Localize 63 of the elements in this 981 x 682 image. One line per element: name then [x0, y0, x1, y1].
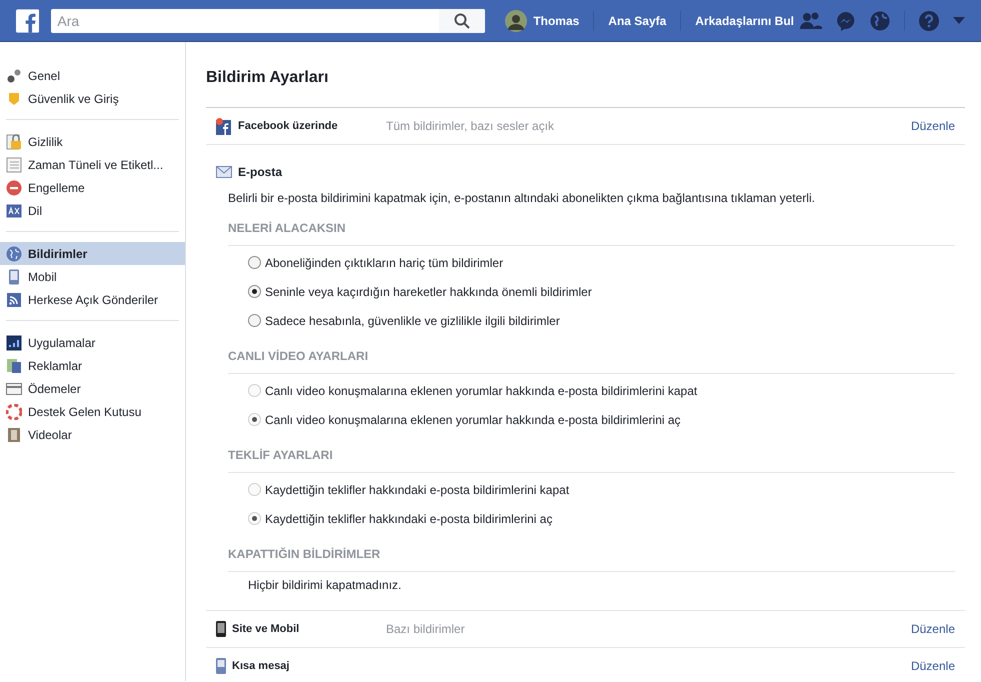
setting-title: Facebook üzerinde	[238, 118, 338, 134]
logo-icon[interactable]	[16, 8, 40, 32]
radio-option[interactable]: Aboneliğinden çıktıkların hariç tüm bildirimler	[248, 248, 955, 277]
setting-summary: Bazı bildirimler	[386, 621, 465, 638]
notification-icon	[216, 118, 232, 134]
phone-icon	[216, 621, 226, 637]
edit-link[interactable]: Düzenle	[910, 117, 955, 135]
sidebar-item[interactable]: Dil	[0, 199, 185, 222]
sidebar-item[interactable]: Zaman Tüneli ve Etiketl...	[0, 153, 185, 176]
apps-icon	[6, 334, 22, 350]
section-heading: CANLI VİDEO AYARLARI	[228, 347, 955, 374]
language-icon	[6, 202, 22, 218]
sidebar-item[interactable]: Gizlilik	[0, 130, 185, 153]
empty-message: Hiçbir bildirimi kapatmadınız.	[247, 577, 402, 594]
sidebar-item[interactable]: Videolar	[0, 423, 185, 446]
radio-option[interactable]: Seninle veya kaçırdığın hareketler hakkında önemli bildirimler	[248, 277, 955, 306]
avatar[interactable]	[505, 10, 528, 32]
section-heading: TEKLİF AYARLARI	[228, 446, 955, 473]
sidebar-item[interactable]: Mobil	[0, 265, 185, 288]
page-title: Bildirim Ayarları	[206, 42, 965, 108]
search-icon	[454, 12, 470, 28]
badge-icon	[6, 90, 22, 106]
timeline-icon	[6, 156, 22, 172]
radio-button[interactable]	[248, 314, 261, 327]
phone-icon	[216, 658, 226, 674]
phone-icon	[6, 268, 22, 284]
setting-summary: Tüm bildirimler, bazı sesler açık	[386, 118, 554, 135]
card-icon	[6, 380, 22, 396]
envelope-icon	[216, 166, 232, 178]
radio-button[interactable]	[248, 285, 261, 298]
edit-link[interactable]: Düzenle	[910, 620, 955, 638]
messenger-icon[interactable]	[836, 10, 856, 30]
section-heading: KAPATTIĞIN BİLDİRİMLER	[228, 545, 955, 572]
sidebar-item[interactable]: Reklamlar	[0, 354, 185, 377]
sidebar-item[interactable]: Engelleme	[0, 176, 185, 199]
sidebar-item[interactable]: Bildirimler	[0, 242, 185, 265]
block-icon	[6, 180, 22, 196]
edit-link[interactable]: Düzenle	[910, 657, 955, 675]
setting-title: Kısa mesaj	[232, 658, 290, 674]
section-title: E-posta	[238, 164, 282, 181]
padlock-icon	[6, 134, 22, 150]
section-heading: NELERİ ALACAKSIN	[228, 219, 955, 246]
film-icon	[6, 426, 22, 442]
radio-button[interactable]	[248, 256, 261, 269]
sidebar-item[interactable]: Güvenlik ve Giriş	[0, 87, 185, 110]
sidebar-item[interactable]: Herkese Açık Gönderiler	[0, 288, 185, 311]
description: Belirli bir e-posta bildirimini kapatmak için, e-postanın altındaki abonelikten çıkma bağlantısına tıklaman yeterli.	[228, 190, 816, 207]
rss-icon	[6, 292, 22, 308]
caret-icon[interactable]	[953, 16, 965, 24]
radio-option[interactable]: Sadece hesabınla, güvenlikle ve gizlilikle ilgili bildirimler	[248, 306, 955, 335]
lifebuoy-icon	[6, 404, 22, 420]
sidebar-item[interactable]: Genel	[0, 64, 185, 87]
sidebar-item[interactable]: Destek Gelen Kutusu	[0, 400, 185, 423]
nav-link[interactable]: Ana Sayfa	[608, 12, 666, 30]
friends-icon[interactable]	[800, 10, 822, 30]
profile-link[interactable]: Thomas	[533, 12, 580, 30]
sidebar-item[interactable]: Ödemeler	[0, 377, 185, 400]
search-button[interactable]	[439, 8, 486, 32]
help-icon[interactable]	[919, 10, 939, 30]
sidebar-item[interactable]: Uygulamalar	[0, 331, 185, 354]
ad-icon	[6, 358, 22, 374]
setting-title: Site ve Mobil	[232, 622, 300, 637]
nav-link[interactable]: Arkadaşlarını Bul	[695, 12, 794, 30]
